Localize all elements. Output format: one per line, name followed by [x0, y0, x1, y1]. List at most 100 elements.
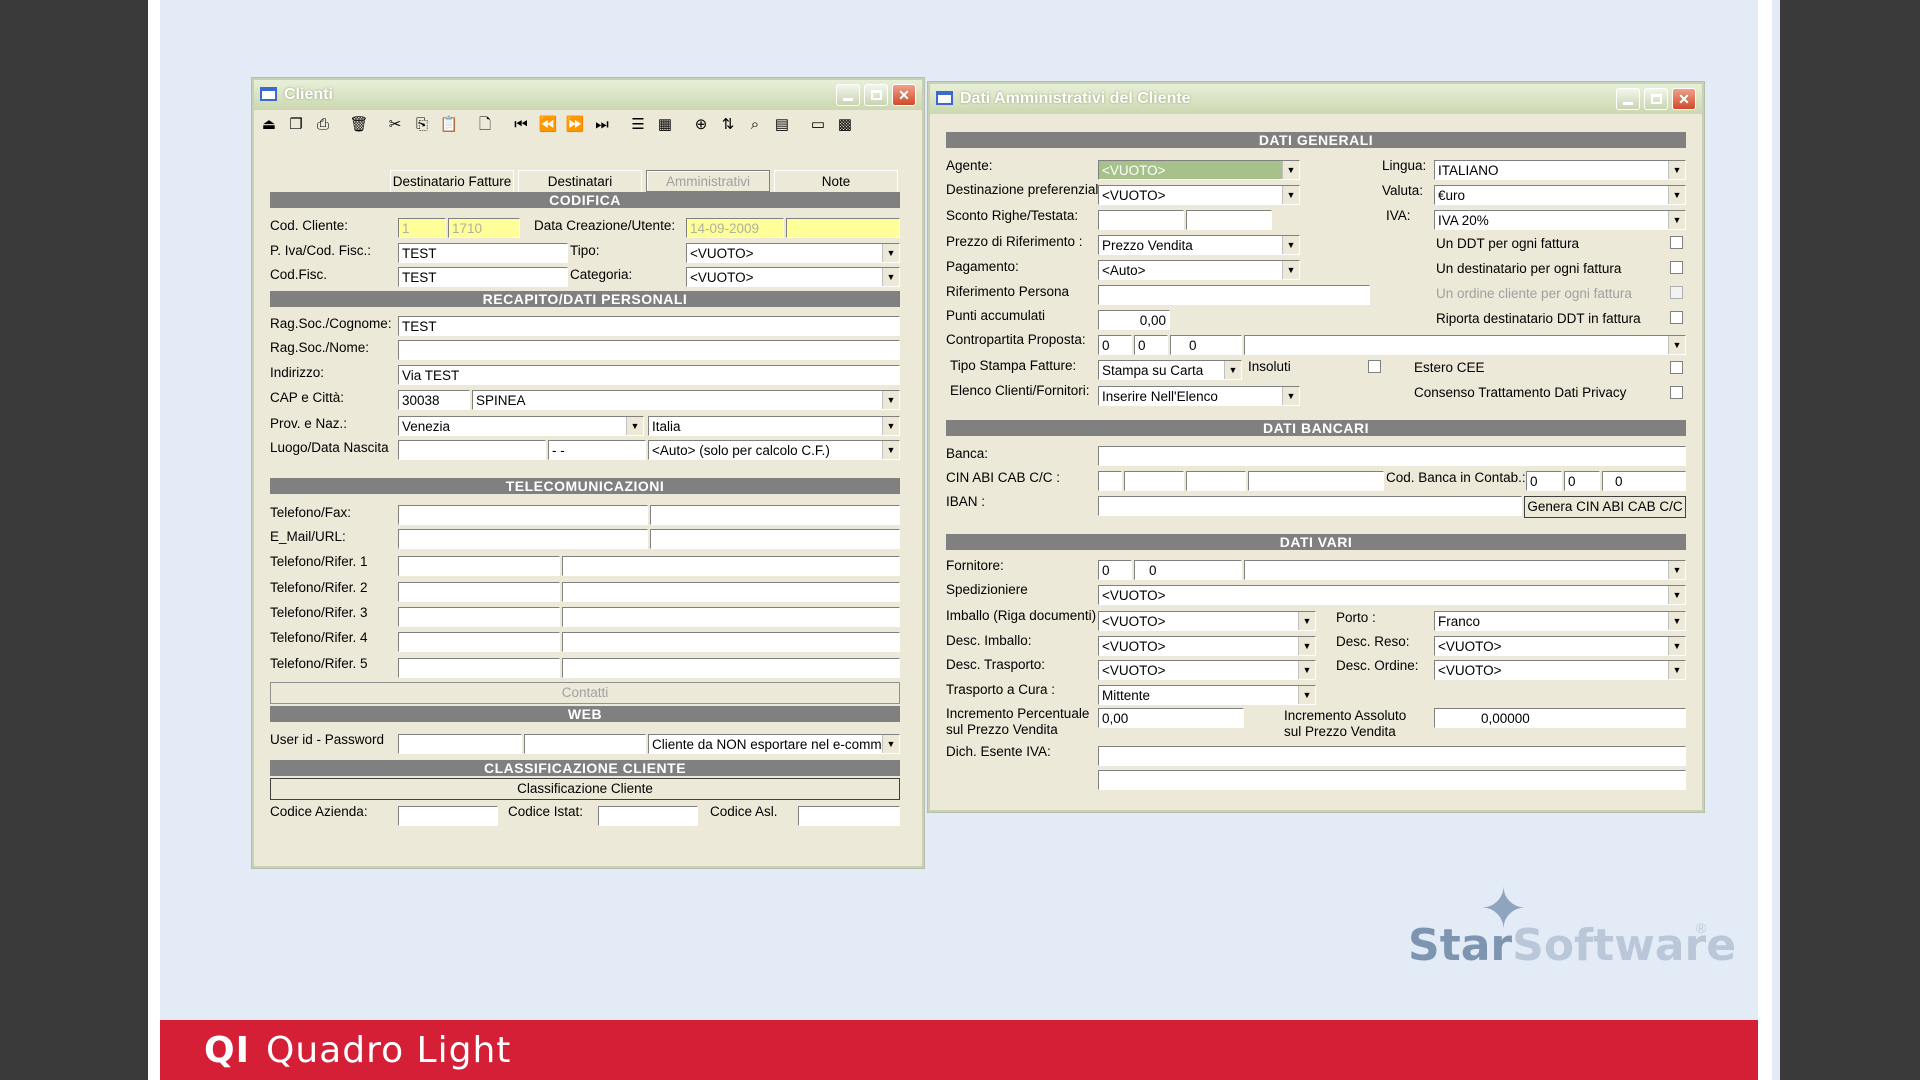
- punti-field[interactable]: 0,00: [1098, 310, 1170, 330]
- desc-imballo-select[interactable]: <VUOTO> ▼: [1098, 636, 1316, 656]
- tab-destinatario-fatture[interactable]: Destinatario Fatture: [390, 170, 514, 192]
- rifer4-phone[interactable]: [398, 632, 560, 652]
- rifer4-name[interactable]: [562, 632, 900, 652]
- chevron-down-icon[interactable]: ▼: [1224, 361, 1241, 379]
- chevron-down-icon[interactable]: ▼: [882, 391, 899, 409]
- iva-select[interactable]: IVA 20% ▼: [1434, 210, 1686, 230]
- agente-select[interactable]: <VUOTO> ▼: [1098, 160, 1300, 180]
- maximize-button[interactable]: [864, 84, 888, 106]
- tipo-stampa-select[interactable]: Stampa su Carta ▼: [1098, 360, 1242, 380]
- rifer5-name[interactable]: [562, 658, 900, 678]
- admin-titlebar[interactable]: Dati Amministrativi del Cliente ✕: [930, 84, 1702, 114]
- cod-banca-2[interactable]: 0: [1564, 471, 1600, 491]
- cod-azienda-field[interactable]: [398, 806, 498, 826]
- chevron-down-icon[interactable]: ▼: [1668, 186, 1685, 204]
- nazione-select[interactable]: Italia ▼: [648, 416, 900, 436]
- incr-ass-field[interactable]: 0,00000: [1434, 708, 1686, 728]
- genera-cin-button[interactable]: Genera CIN ABI CAB C/C: [1524, 496, 1686, 518]
- chevron-down-icon[interactable]: ▼: [1298, 637, 1315, 655]
- utente-field[interactable]: [786, 218, 900, 238]
- rifer2-phone[interactable]: [398, 582, 560, 602]
- grid-icon[interactable]: ▦: [652, 112, 678, 138]
- password-field[interactable]: [524, 734, 646, 754]
- chevron-down-icon[interactable]: ▼: [1298, 612, 1315, 630]
- new-document-icon[interactable]: 🗋: [472, 112, 498, 138]
- chevron-down-icon[interactable]: ▼: [1668, 336, 1685, 354]
- desc-trasporto-select[interactable]: <VUOTO> ▼: [1098, 660, 1316, 680]
- incr-perc-field[interactable]: 0,00: [1098, 708, 1244, 728]
- privacy-checkbox[interactable]: [1670, 386, 1683, 399]
- telefono-field[interactable]: [398, 505, 648, 525]
- minimize-button[interactable]: [1616, 88, 1640, 110]
- clienti-titlebar[interactable]: Clienti ✕: [254, 80, 922, 110]
- cod-banca-3[interactable]: 0: [1602, 471, 1686, 491]
- sort-az-icon[interactable]: ⇅: [715, 112, 741, 138]
- fornitore-1[interactable]: 0: [1098, 560, 1132, 580]
- chevron-down-icon[interactable]: ▼: [1298, 686, 1315, 704]
- maximize-button[interactable]: [1644, 88, 1668, 110]
- valuta-select[interactable]: €uro ▼: [1434, 185, 1686, 205]
- previous-record-icon[interactable]: ⏪: [535, 112, 561, 138]
- fornitore-2[interactable]: 0: [1134, 560, 1242, 580]
- citta-select[interactable]: SPINEA ▼: [472, 390, 900, 410]
- destinazione-select[interactable]: <VUOTO> ▼: [1098, 185, 1300, 205]
- elenco-select[interactable]: Inserire Nell'Elenco ▼: [1098, 386, 1300, 406]
- chevron-down-icon[interactable]: ▼: [1668, 661, 1685, 679]
- cut-icon[interactable]: ✂: [382, 112, 408, 138]
- fornitore-desc-select[interactable]: ▼: [1244, 560, 1686, 580]
- lingua-select[interactable]: ITALIANO ▼: [1434, 160, 1686, 180]
- rifer3-phone[interactable]: [398, 607, 560, 627]
- tab-destinatari[interactable]: Destinatari: [518, 170, 642, 192]
- chevron-down-icon[interactable]: ▼: [882, 268, 899, 286]
- categoria-select[interactable]: <VUOTO> ▼: [686, 267, 900, 287]
- chevron-down-icon[interactable]: ▼: [1282, 161, 1299, 179]
- riporta-ddt-checkbox[interactable]: [1670, 311, 1683, 324]
- print-icon[interactable]: ⎙: [310, 112, 336, 138]
- minimize-button[interactable]: [836, 84, 860, 106]
- chevron-down-icon[interactable]: ▼: [882, 735, 899, 753]
- chevron-down-icon[interactable]: ▼: [626, 417, 643, 435]
- data-nascita-field[interactable]: - -: [548, 440, 646, 460]
- last-record-icon[interactable]: ⏭: [589, 112, 615, 138]
- sconto-testata-field[interactable]: [1186, 210, 1272, 230]
- cod-banca-1[interactable]: 0: [1526, 471, 1562, 491]
- cap-field[interactable]: 30038: [398, 390, 470, 410]
- ordine-fattura-checkbox[interactable]: [1670, 286, 1683, 299]
- rif-persona-field[interactable]: [1098, 285, 1370, 305]
- contropartita-3[interactable]: 0: [1170, 335, 1242, 355]
- chevron-down-icon[interactable]: ▼: [1668, 637, 1685, 655]
- ragsoc-nome-field[interactable]: [398, 340, 900, 360]
- cc-field[interactable]: [1248, 471, 1384, 491]
- cod-cliente-1[interactable]: 1: [398, 218, 446, 238]
- chevron-down-icon[interactable]: ▼: [1282, 261, 1299, 279]
- chevron-down-icon[interactable]: ▼: [1282, 236, 1299, 254]
- rifer3-name[interactable]: [562, 607, 900, 627]
- chevron-down-icon[interactable]: ▼: [1668, 612, 1685, 630]
- email-field[interactable]: [398, 529, 648, 549]
- desc-reso-select[interactable]: <VUOTO> ▼: [1434, 636, 1686, 656]
- cab-field[interactable]: [1186, 471, 1246, 491]
- search-icon[interactable]: ⌕: [742, 112, 768, 138]
- paste-icon[interactable]: 📋: [436, 112, 462, 138]
- delete-icon[interactable]: 🗑: [346, 112, 372, 138]
- exit-icon[interactable]: ⏏: [256, 112, 282, 138]
- chevron-down-icon[interactable]: ▼: [1668, 161, 1685, 179]
- zoom-icon[interactable]: ⊕: [688, 112, 714, 138]
- indirizzo-field[interactable]: Via TEST: [398, 365, 900, 385]
- copy-icon[interactable]: ⎘: [409, 112, 435, 138]
- contropartita-2[interactable]: 0: [1134, 335, 1168, 355]
- first-record-icon[interactable]: ⏮: [508, 112, 534, 138]
- spedizioniere-select[interactable]: <VUOTO> ▼: [1098, 585, 1686, 605]
- window-icon-2[interactable]: ▭: [805, 112, 831, 138]
- url-field[interactable]: [650, 529, 900, 549]
- banca-field[interactable]: [1098, 446, 1686, 466]
- dich-iva-field-2[interactable]: [1098, 770, 1686, 790]
- dich-iva-field-1[interactable]: [1098, 746, 1686, 766]
- fax-field[interactable]: [650, 505, 900, 525]
- sconto-righe-field[interactable]: [1098, 210, 1184, 230]
- provincia-select[interactable]: Venezia ▼: [398, 416, 644, 436]
- estero-checkbox[interactable]: [1670, 361, 1683, 374]
- userid-field[interactable]: [398, 734, 522, 754]
- rifer5-phone[interactable]: [398, 658, 560, 678]
- classificazione-button[interactable]: Classificazione Cliente: [270, 778, 900, 800]
